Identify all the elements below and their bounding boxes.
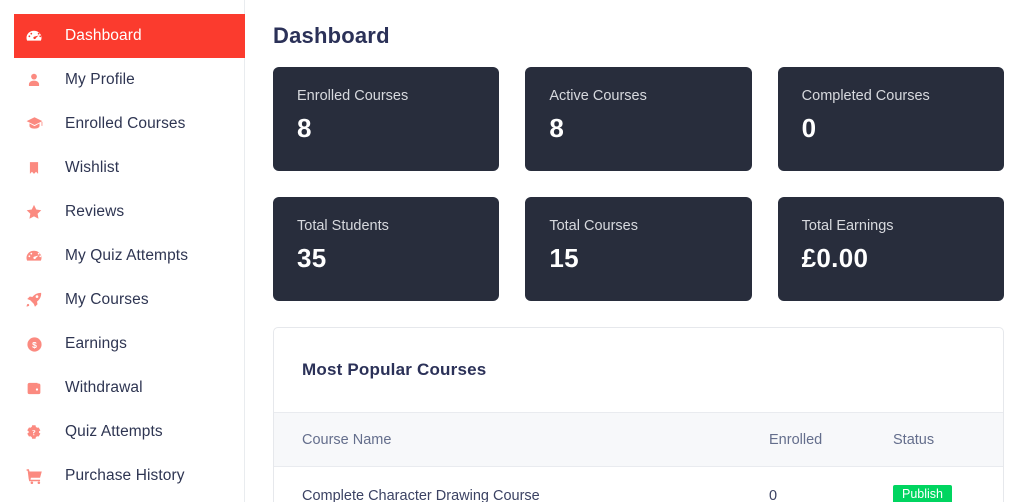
dashboard-page: Dashboard My Profile Enrolled Courses Wi… [0,0,1024,502]
speedometer-icon [19,245,49,267]
stat-card-label: Enrolled Courses [297,88,409,104]
stat-card-total-courses: Total Courses 15 [525,197,752,301]
sidebar-item-label: Enrolled Courses [65,115,186,133]
stat-card-label: Total Courses [549,218,638,234]
sidebar-item-withdrawal[interactable]: Withdrawal [0,366,244,410]
stat-card-value: 15 [549,242,579,273]
sidebar-item-enrolled-courses[interactable]: Enrolled Courses [0,102,244,146]
dollar-coin-icon: $ [19,333,49,355]
status-badge: Publish [893,485,952,502]
sidebar-item-quiz-attempts[interactable]: Quiz Attempts [0,410,244,454]
stat-card-value: 8 [549,112,565,143]
sidebar-item-dashboard[interactable]: Dashboard [14,14,245,58]
sidebar-item-my-courses[interactable]: My Courses [0,278,244,322]
sidebar-item-label: Wishlist [65,159,120,177]
column-header-status[interactable]: Status [889,413,1003,467]
stat-card-label: Active Courses [549,88,647,104]
user-icon [19,69,49,91]
bookmark-icon [19,157,49,179]
panel-header: Most Popular Courses [274,328,1003,412]
table-header: Course Name Enrolled Status [274,412,1003,467]
quiz-question-icon [19,421,49,443]
column-header-course-name[interactable]: Course Name [274,413,761,467]
main-content: Dashboard Enrolled Courses 8 Active Cour… [245,0,1024,502]
stat-card-value: 35 [297,242,327,273]
speedometer-icon [19,25,49,47]
column-header-enrolled[interactable]: Enrolled [761,413,889,467]
stat-card-label: Total Earnings [801,218,894,234]
sidebar-item-purchase-history[interactable]: Purchase History [0,454,244,498]
sidebar: Dashboard My Profile Enrolled Courses Wi… [0,0,245,502]
stat-card-enrolled-courses: Enrolled Courses 8 [273,67,500,171]
sidebar-item-my-profile[interactable]: My Profile [0,58,244,102]
stat-card-value: £0.00 [801,242,869,273]
sidebar-item-my-quiz-attempts[interactable]: My Quiz Attempts [0,234,244,278]
panel-title: Most Popular Courses [302,360,487,379]
stat-card-total-earnings: Total Earnings £0.00 [777,197,1004,301]
stat-card-completed-courses: Completed Courses 0 [777,67,1004,171]
sidebar-item-wishlist[interactable]: Wishlist [0,146,244,190]
stat-card-value: 0 [801,112,817,143]
most-popular-courses-panel: Most Popular Courses Course Name Enrolle… [273,327,1004,502]
table-row[interactable]: Complete Character Drawing Course 0 Publ… [274,466,1003,502]
graduation-cap-icon [19,113,49,135]
sidebar-item-label: Dashboard [65,27,142,45]
sidebar-item-label: Purchase History [65,467,185,485]
sidebar-item-label: Withdrawal [65,379,143,397]
stat-card-active-courses: Active Courses 8 [525,67,752,171]
sidebar-item-reviews[interactable]: Reviews [0,190,244,234]
sidebar-item-label: Earnings [65,335,127,353]
sidebar-item-label: My Courses [65,291,149,309]
cell-enrolled-count: 0 [761,466,889,502]
stat-card-total-students: Total Students 35 [273,197,500,301]
popular-courses-table: Course Name Enrolled Status Complete Cha… [274,412,1003,502]
rocket-icon [19,289,49,311]
sidebar-item-label: My Quiz Attempts [65,247,189,265]
shopping-cart-icon [19,465,49,487]
stat-card-label: Total Students [297,218,389,234]
sidebar-item-label: Reviews [65,203,125,221]
stat-card-label: Completed Courses [801,88,930,104]
sidebar-item-earnings[interactable]: $ Earnings [0,322,244,366]
stat-cards-grid: Enrolled Courses 8 Active Courses 8 Comp… [273,67,1004,301]
table-header-row: Course Name Enrolled Status [274,412,1003,467]
sidebar-item-label: My Profile [65,71,135,89]
cell-course-name[interactable]: Complete Character Drawing Course [274,466,761,502]
page-title: Dashboard [273,23,390,48]
svg-text:$: $ [32,339,37,349]
wallet-icon [19,377,49,399]
star-half-icon [19,201,49,223]
stat-card-value: 8 [297,112,312,143]
table-body: Complete Character Drawing Course 0 Publ… [274,466,1003,502]
cell-status: Publish [889,466,1003,502]
sidebar-item-label: Quiz Attempts [65,423,163,441]
